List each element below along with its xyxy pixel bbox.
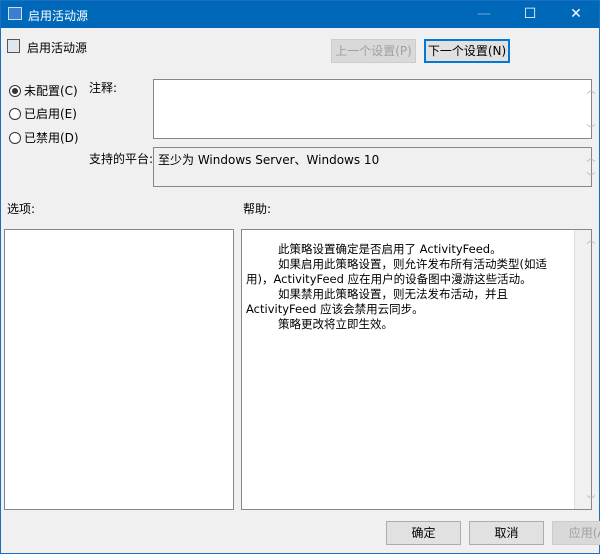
next-setting-button[interactable]: 下一个设置(N): [424, 39, 510, 63]
help-paragraph: 策略更改将立即生效。: [278, 317, 393, 331]
close-button[interactable]: ✕: [553, 1, 599, 28]
platform-scrollbar[interactable]: ︿ ﹀: [574, 148, 595, 186]
help-paragraph: 此策略设置确定是否启用了 ActivityFeed。: [278, 242, 502, 256]
minimize-button[interactable]: —: [461, 1, 507, 28]
help-scrollbar[interactable]: ︿ ﹀: [574, 230, 596, 509]
scroll-up-icon[interactable]: ︿: [583, 83, 600, 96]
radio-circle[interactable]: [9, 107, 21, 120]
app-icon: [8, 7, 22, 20]
platform-label: 支持的平台:: [89, 152, 154, 166]
scroll-up-icon[interactable]: ︿: [583, 233, 599, 246]
help-panel: 此策略设置确定是否启用了 ActivityFeed。 如果启用此策略设置，则允许…: [241, 229, 596, 510]
radio-enabled[interactable]: 已启用(E): [9, 105, 77, 122]
platform-field: 至少为 Windows Server、Windows 10 ︿ ﹀: [153, 147, 596, 187]
scroll-down-icon[interactable]: ﹀: [583, 122, 600, 135]
radio-circle[interactable]: [9, 131, 21, 144]
scroll-down-icon[interactable]: ﹀: [583, 493, 599, 506]
radio-disabled[interactable]: 已禁用(D): [9, 129, 79, 146]
ok-button[interactable]: 确定: [386, 521, 461, 545]
comment-label: 注释:: [89, 81, 118, 95]
radio-label: 未配置(C): [24, 84, 78, 98]
help-paragraph: 如果启用此策略设置，则允许发布所有活动类型(如适用)，ActivityFeed …: [246, 257, 547, 286]
help-label: 帮助:: [243, 202, 272, 216]
radio-label: 已启用(E): [24, 107, 77, 121]
options-panel: [4, 229, 234, 510]
window-title: 启用活动源: [28, 9, 89, 23]
help-text: 此策略设置确定是否启用了 ActivityFeed。 如果启用此策略设置，则允许…: [246, 242, 574, 332]
options-label: 选项:: [7, 202, 36, 216]
comment-scrollbar[interactable]: ︿ ﹀: [574, 80, 595, 138]
scroll-up-icon[interactable]: ︿: [583, 151, 600, 164]
prev-setting-button[interactable]: 上一个设置(P): [331, 39, 416, 63]
maximize-button[interactable]: ☐: [507, 1, 553, 28]
help-paragraph: 如果禁用此策略设置，则无法发布活动，并且 ActivityFeed 应该会禁用云…: [246, 287, 508, 316]
title-bar: 启用活动源 — ☐ ✕: [1, 1, 599, 28]
dialog-window: 启用活动源 — ☐ ✕ 启用活动源 上一个设置(P) 下一个设置(N) 未配置(…: [0, 0, 600, 554]
radio-label: 已禁用(D): [24, 131, 79, 145]
policy-name: 启用活动源: [27, 41, 88, 55]
radio-not-configured[interactable]: 未配置(C): [9, 82, 78, 99]
apply-button[interactable]: 应用(A): [552, 521, 600, 545]
radio-circle[interactable]: [9, 84, 21, 97]
comment-textarea[interactable]: ︿ ﹀: [153, 79, 596, 139]
cancel-button[interactable]: 取消: [469, 521, 544, 545]
platform-value: 至少为 Windows Server、Windows 10: [158, 153, 380, 167]
policy-icon: [7, 39, 20, 53]
scroll-down-icon[interactable]: ﹀: [583, 170, 600, 183]
